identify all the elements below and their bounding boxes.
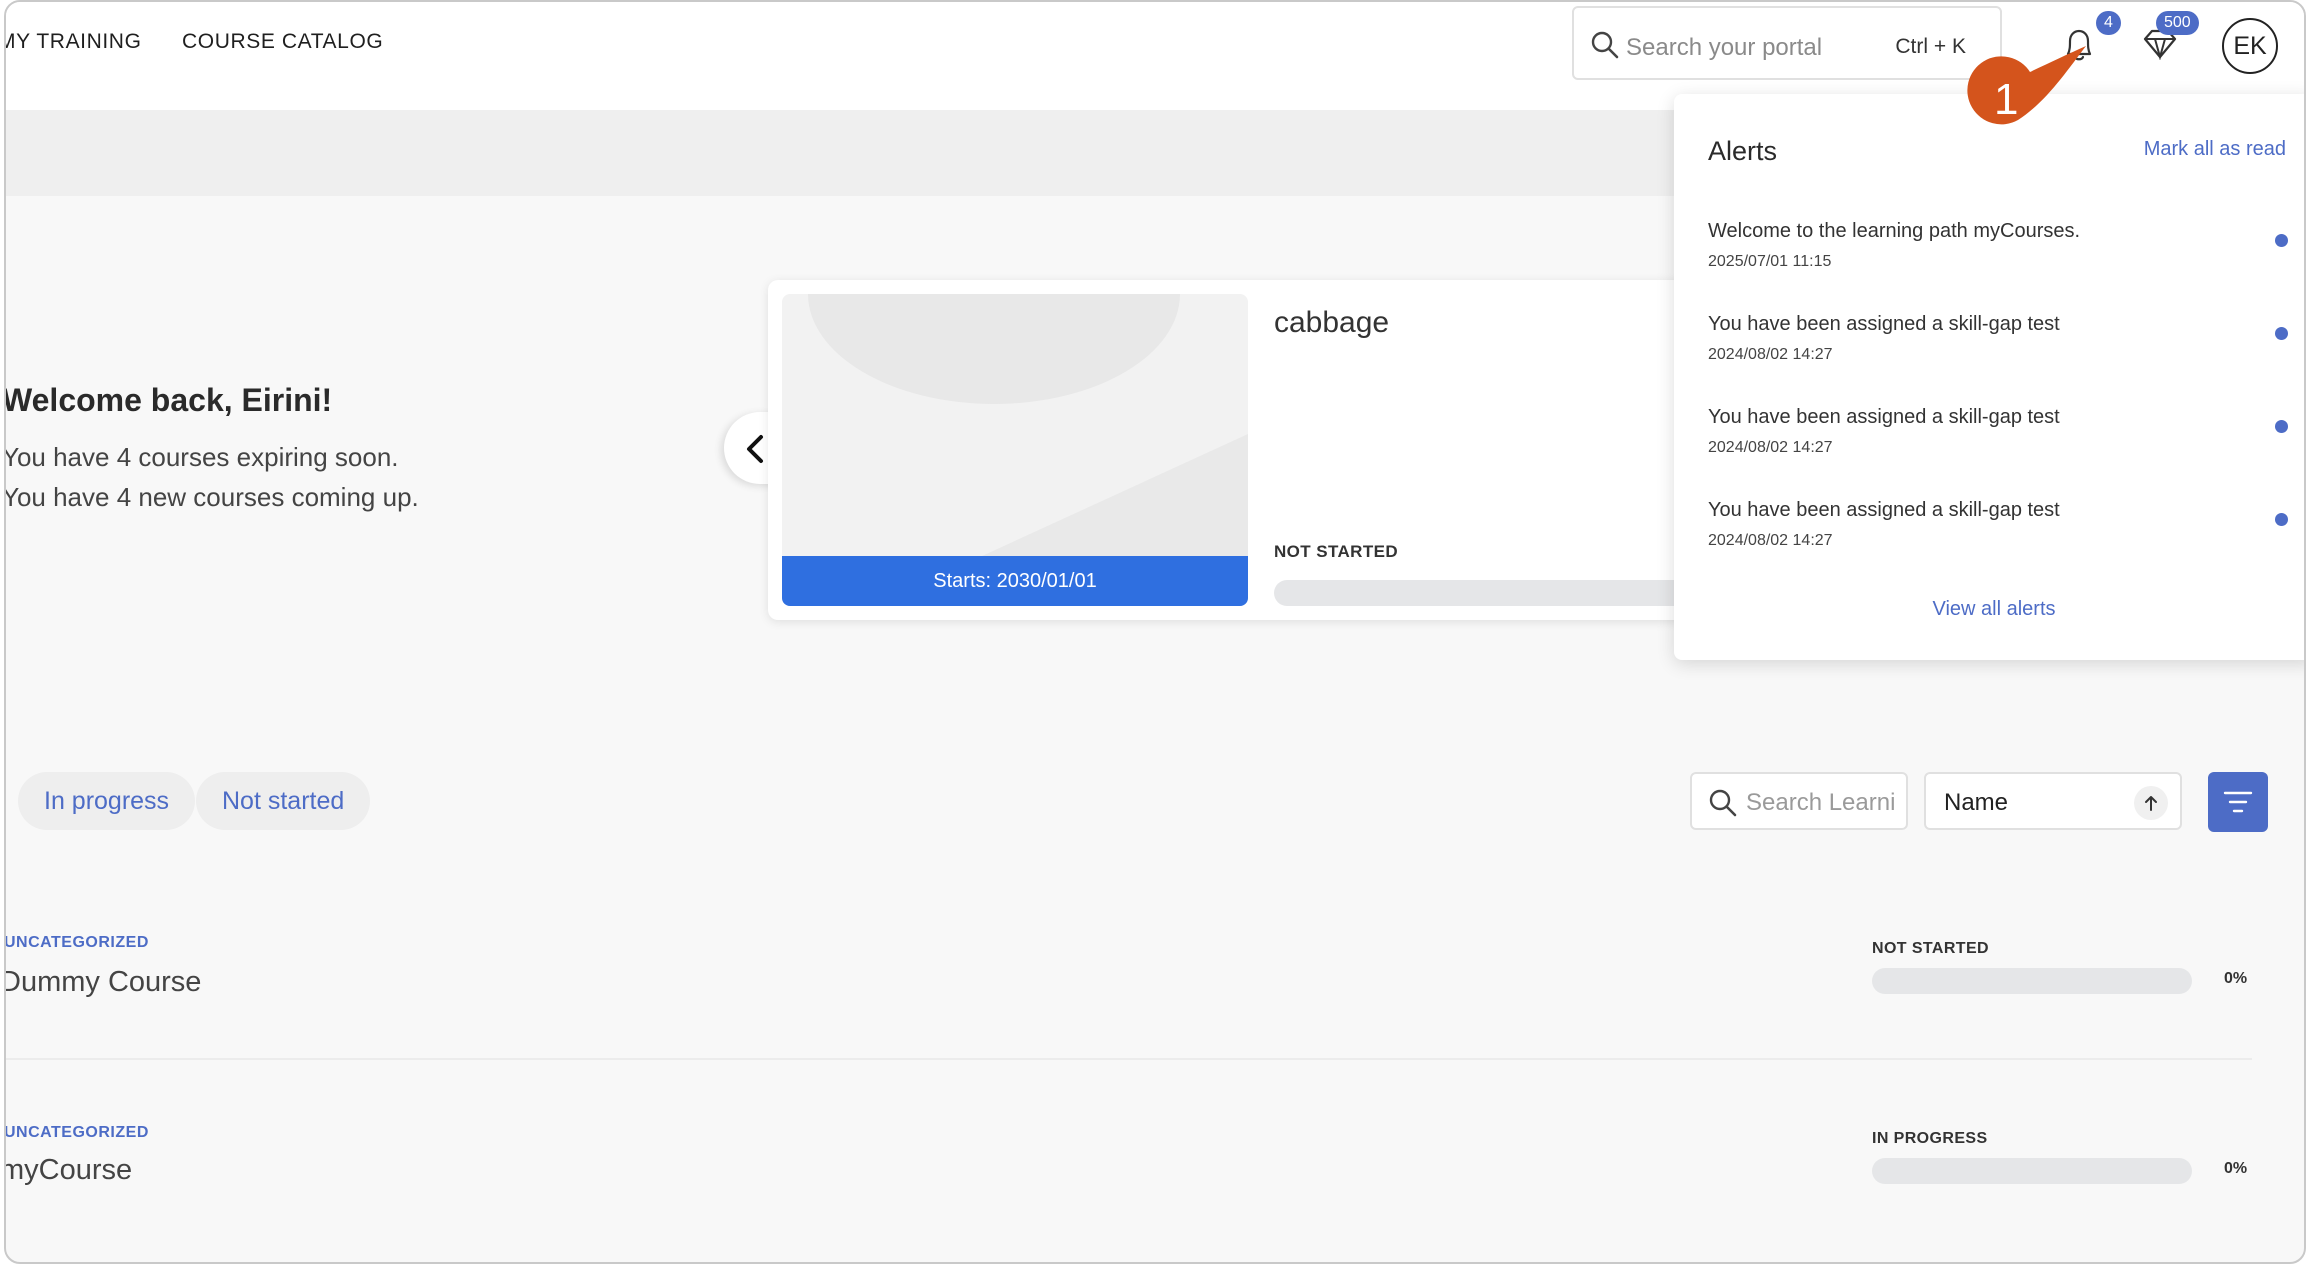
alert-time: 2024/08/02 14:27	[1708, 346, 1833, 363]
alert-item[interactable]: You have been assigned a skill-gap test …	[1708, 499, 2288, 550]
filter-not-started[interactable]: Not started	[196, 772, 371, 830]
course-status: NOT STARTED	[1872, 940, 1989, 957]
step-callout: 1	[1967, 46, 2086, 125]
learning-search-input[interactable]: Search Learning	[1746, 789, 1896, 817]
unread-dot-icon	[2275, 327, 2288, 340]
alert-message: Welcome to the learning path myCourses.	[1708, 220, 2081, 242]
alert-item[interactable]: You have been assigned a skill-gap test …	[1708, 313, 2288, 364]
alert-time: 2025/07/01 11:15	[1708, 253, 1832, 270]
nav-my-training[interactable]: MY TRAINING	[6, 30, 142, 54]
course-category: UNCATEGORIZED	[4, 1124, 149, 1141]
user-avatar[interactable]: EK	[2222, 18, 2278, 74]
upcoming-courses-text: You have 4 new courses coming up.	[4, 482, 419, 512]
alerts-dropdown: Alerts Mark all as read Welcome to the l…	[1674, 94, 2304, 660]
course-row[interactable]: UNCATEGORIZED Dummy Course NOT STARTED 0…	[6, 870, 2252, 1060]
search-icon	[1709, 789, 1737, 817]
arrow-up-icon	[2145, 796, 2157, 811]
course-progress-bar	[1872, 968, 2192, 994]
chevron-left-icon	[747, 435, 763, 463]
course-thumbnail: Starts: 2030/01/01	[782, 294, 1248, 606]
course-title[interactable]: Dummy Course	[6, 966, 201, 999]
notification-badge: 4	[2096, 11, 2121, 35]
course-progress-percent: 0%	[2224, 970, 2248, 987]
search-input[interactable]: Search your portal	[1626, 34, 1822, 62]
course-row[interactable]: UNCATEGORIZED myCourse IN PROGRESS 0%	[6, 1060, 2252, 1250]
points-badge: 500	[2156, 11, 2199, 35]
sort-select[interactable]: Name	[1924, 772, 2182, 830]
alert-message: You have been assigned a skill-gap test	[1708, 406, 2060, 428]
course-status: IN PROGRESS	[1872, 1130, 1988, 1147]
sort-direction-button[interactable]	[2134, 786, 2168, 820]
learning-search[interactable]: Search Learning	[1690, 772, 1908, 830]
unread-dot-icon	[2275, 513, 2288, 526]
app-window: MY TRAINING COURSE CATALOG Search your p…	[4, 0, 2306, 1264]
filter-icon	[2223, 791, 2253, 813]
featured-course-card[interactable]: Starts: 2030/01/01 cabbage NOT STARTED	[768, 280, 1708, 620]
alerts-title: Alerts	[1708, 136, 1778, 166]
search-icon	[1591, 31, 1619, 59]
sort-value: Name	[1944, 789, 2009, 816]
mark-all-read-link[interactable]: Mark all as read	[2144, 138, 2286, 161]
course-start-date: Starts: 2030/01/01	[782, 556, 1248, 606]
course-progress-percent: 0%	[2224, 1160, 2248, 1177]
featured-course-status: NOT STARTED	[1274, 542, 1399, 561]
filter-button[interactable]	[2208, 772, 2268, 832]
step-number: 1	[1994, 75, 2018, 124]
alert-time: 2024/08/02 14:27	[1708, 439, 1833, 456]
featured-course-progress-bar	[1274, 580, 1694, 606]
alert-item[interactable]: You have been assigned a skill-gap test …	[1708, 406, 2288, 457]
expiring-courses-text: You have 4 courses expiring soon.	[4, 442, 399, 472]
featured-course-title[interactable]: cabbage	[1274, 306, 1389, 340]
thumbnail-placeholder-icon	[808, 294, 1248, 556]
nav-course-catalog[interactable]: COURSE CATALOG	[182, 30, 383, 54]
course-title[interactable]: myCourse	[6, 1154, 132, 1187]
filter-in-progress[interactable]: In progress	[18, 772, 196, 830]
course-progress-bar	[1872, 1158, 2192, 1184]
unread-dot-icon	[2275, 234, 2288, 247]
unread-dot-icon	[2275, 420, 2288, 433]
course-category: UNCATEGORIZED	[4, 934, 149, 951]
alert-message: You have been assigned a skill-gap test	[1708, 499, 2060, 521]
view-all-alerts-link[interactable]: View all alerts	[1674, 598, 2304, 621]
alert-message: You have been assigned a skill-gap test	[1708, 313, 2060, 335]
welcome-title: Welcome back, Eirini!	[4, 382, 333, 418]
portal-search[interactable]: Search your portal Ctrl + K	[1572, 6, 2002, 80]
alert-time: 2024/08/02 14:27	[1708, 532, 1833, 549]
alert-item[interactable]: Welcome to the learning path myCourses. …	[1708, 220, 2288, 271]
